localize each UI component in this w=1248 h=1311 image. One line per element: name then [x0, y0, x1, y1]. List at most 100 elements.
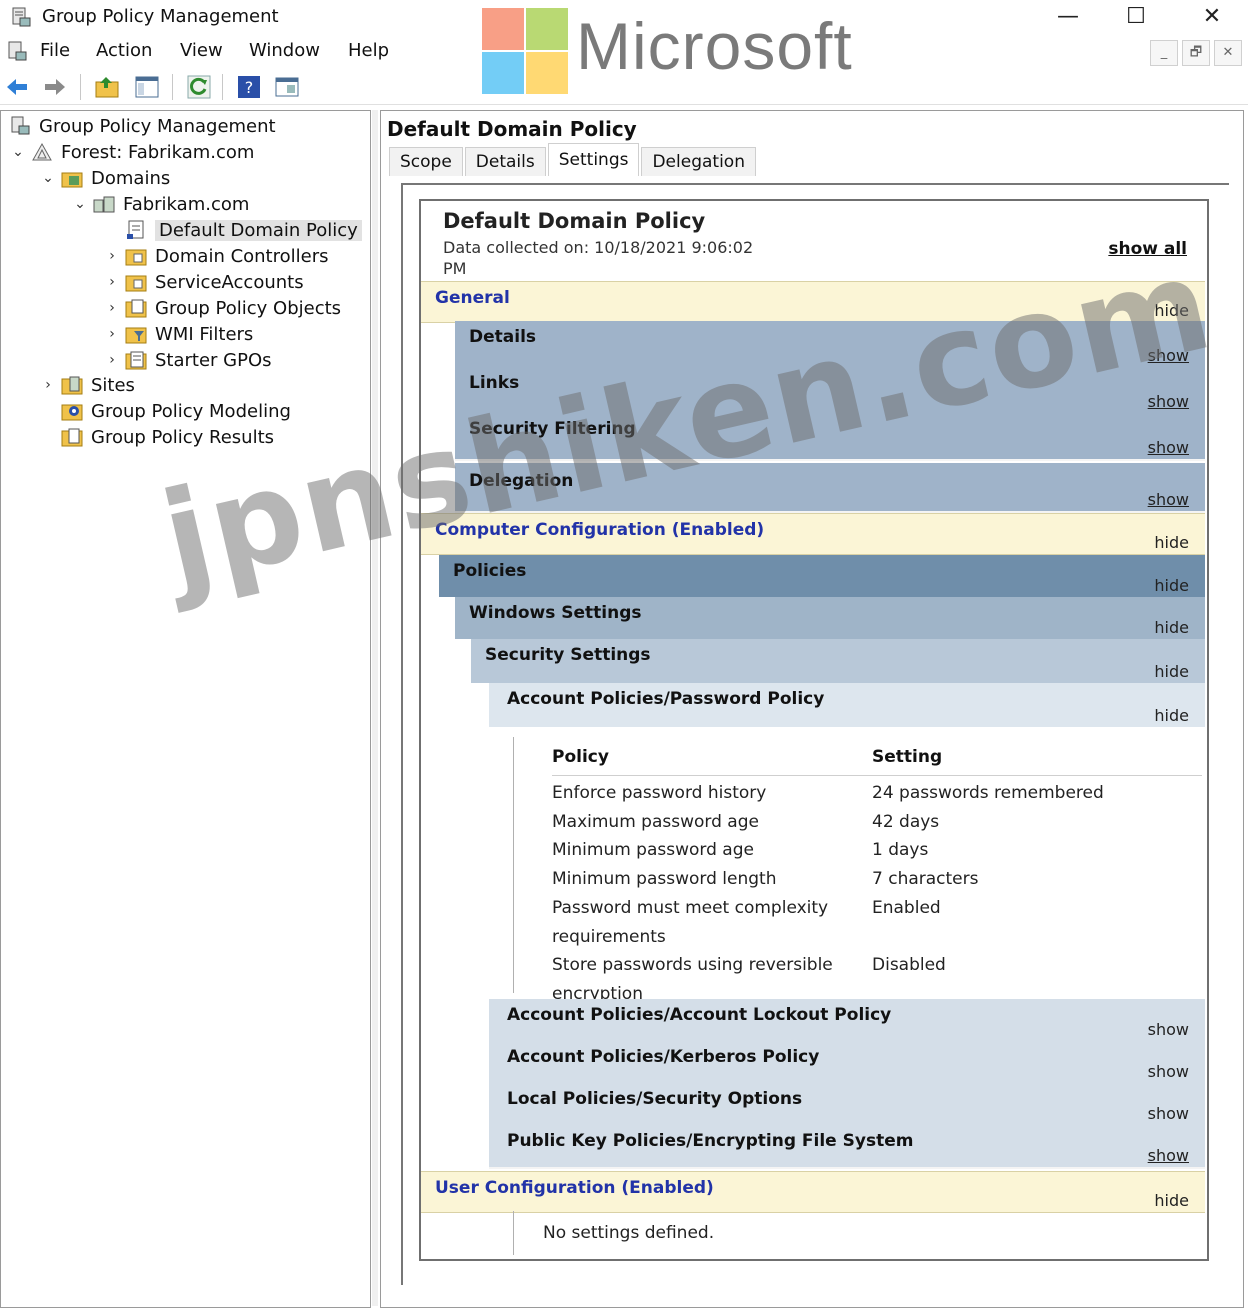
ou-folder-icon [125, 275, 147, 292]
kerberos-show-link[interactable]: show [1148, 1062, 1189, 1081]
sites-folder-icon [61, 376, 83, 395]
kerberos-policy-band: Account Policies/Kerberos Policy show [489, 1041, 1205, 1085]
forest-triangle-icon [32, 142, 52, 161]
tab-settings[interactable]: Settings [547, 143, 640, 176]
security-filtering-show-link[interactable]: show [1148, 438, 1189, 457]
tree-item-group-policy-results[interactable]: Group Policy Results [57, 425, 274, 449]
gpmc-menu-icon[interactable] [6, 40, 28, 62]
password-policy-table: Policy Setting Enforce password history … [513, 737, 1206, 1004]
report-date: Data collected on: 10/18/2021 9:06:02 PM [443, 238, 754, 278]
windows-settings-band: Windows Settings hide [455, 597, 1205, 639]
show-hide-console-tree-icon[interactable] [134, 74, 160, 100]
account-lockout-policy-band: Account Policies/Account Lockout Policy … [489, 999, 1205, 1043]
tree-item-sites[interactable]: › Sites [39, 373, 135, 397]
general-links: Links show [455, 367, 1205, 415]
password-policy-hide-link[interactable]: hide [1154, 706, 1189, 725]
chevron-right-icon[interactable]: › [103, 248, 121, 264]
section-general-label: General [435, 288, 510, 308]
details-pane: Default Domain Policy Scope Details Sett… [380, 110, 1244, 1308]
efs-show-link[interactable]: show [1148, 1146, 1189, 1165]
header-divider [552, 775, 1202, 776]
menu-file[interactable]: File [40, 40, 70, 61]
section-user-configuration: User Configuration (Enabled) hide [421, 1171, 1205, 1213]
refresh-icon[interactable] [186, 74, 212, 100]
mdi-close-button[interactable]: ✕ [1214, 40, 1242, 66]
toolbar: ? [0, 68, 1248, 105]
links-show-link[interactable]: show [1148, 392, 1189, 411]
security-options-band: Local Policies/Security Options show [489, 1083, 1205, 1127]
gpmc-root-icon [11, 116, 30, 135]
chevron-right-icon[interactable]: › [103, 274, 121, 290]
details-show-link[interactable]: show [1148, 346, 1189, 365]
pane-splitter[interactable] [372, 110, 378, 1306]
tree-item-forest[interactable]: ⌄ Forest: Fabrikam.com [9, 140, 254, 164]
tree-item-domain-fabrikam[interactable]: ⌄ Fabrikam.com [71, 192, 249, 216]
tab-delegation[interactable]: Delegation [641, 147, 756, 176]
settings-report: Default Domain Policy Data collected on:… [419, 199, 1209, 1261]
tree-item-wmi-filters[interactable]: › WMI Filters [103, 322, 253, 346]
menu-action[interactable]: Action [96, 40, 152, 61]
general-hide-link[interactable]: hide [1154, 301, 1189, 320]
toolbar-separator [80, 74, 81, 100]
indent-divider [513, 1211, 514, 1255]
user-configuration-body: No settings defined. [421, 1211, 1205, 1255]
chevron-down-icon[interactable]: ⌄ [39, 170, 57, 186]
chevron-right-icon[interactable]: › [103, 300, 121, 316]
section-computer-configuration: Computer Configuration (Enabled) hide [421, 513, 1205, 555]
show-all-link[interactable]: show all [1108, 239, 1187, 259]
menu-help[interactable]: Help [348, 40, 389, 61]
tree-item-group-policy-modeling[interactable]: Group Policy Modeling [57, 399, 291, 423]
domains-folder-icon [61, 172, 83, 188]
policies-hide-link[interactable]: hide [1154, 576, 1189, 595]
chevron-down-icon[interactable]: ⌄ [71, 196, 89, 212]
forward-arrow-icon[interactable] [42, 74, 68, 100]
mdi-restore-button[interactable]: 🗗 [1182, 40, 1210, 66]
tab-details[interactable]: Details [464, 147, 546, 176]
gpo-container-icon [125, 299, 147, 318]
computer-config-hide-link[interactable]: hide [1154, 533, 1189, 552]
tree-item-starter-gpos[interactable]: › Starter GPOs [103, 348, 271, 372]
mdi-minimize-button[interactable]: _ [1150, 40, 1178, 66]
security-options-show-link[interactable]: show [1148, 1104, 1189, 1123]
up-folder-icon[interactable] [94, 74, 120, 100]
chevron-right-icon[interactable]: › [39, 377, 57, 393]
toolbar-separator [222, 74, 223, 100]
minimize-button[interactable]: — [1044, 2, 1092, 32]
maximize-button[interactable]: ☐ [1112, 2, 1160, 32]
tree-item-group-policy-objects[interactable]: › Group Policy Objects [103, 296, 341, 320]
section-general: General hide [421, 281, 1205, 323]
report-title: Default Domain Policy [443, 209, 706, 233]
console-tree: Group Policy Management ⌄ Forest: Fabrik… [0, 110, 371, 1308]
column-header-policy: Policy [552, 747, 609, 767]
chevron-down-icon[interactable]: ⌄ [9, 144, 27, 160]
domain-icon [93, 196, 115, 213]
tree-item-serviceaccounts[interactable]: › ServiceAccounts [103, 270, 303, 294]
properties-icon[interactable] [274, 74, 300, 100]
tree-item-domains[interactable]: ⌄ Domains [39, 166, 170, 190]
menu-window[interactable]: Window [249, 40, 320, 61]
close-button[interactable]: ✕ [1188, 2, 1236, 32]
password-policy-band: Account Policies/Password Policy hide [489, 683, 1205, 727]
gpo-link-icon [127, 220, 144, 239]
policies-band: Policies hide [439, 555, 1205, 597]
delegation-show-link[interactable]: show [1148, 490, 1189, 509]
tree-item-domain-controllers[interactable]: › Domain Controllers [103, 244, 328, 268]
chevron-right-icon[interactable]: › [103, 352, 121, 368]
tree-item-gpm-root[interactable]: Group Policy Management [5, 114, 276, 138]
help-icon[interactable]: ? [236, 74, 262, 100]
encrypting-file-system-band: Public Key Policies/Encrypting File Syst… [489, 1125, 1205, 1169]
menu-view[interactable]: View [180, 40, 223, 61]
windows-settings-hide-link[interactable]: hide [1154, 618, 1189, 637]
toolbar-separator [172, 74, 173, 100]
back-arrow-icon[interactable] [4, 74, 30, 100]
chevron-right-icon[interactable]: › [103, 326, 121, 342]
tab-strip: Scope Details Settings Delegation [389, 143, 758, 177]
gpmc-app-icon [12, 7, 31, 27]
security-settings-hide-link[interactable]: hide [1154, 662, 1189, 681]
tab-scope[interactable]: Scope [389, 147, 463, 176]
results-folder-icon [61, 428, 83, 447]
tree-item-default-domain-policy[interactable]: Default Domain Policy [121, 218, 362, 242]
user-config-hide-link[interactable]: hide [1154, 1191, 1189, 1210]
account-lockout-show-link[interactable]: show [1148, 1020, 1189, 1039]
svg-text:?: ? [245, 78, 254, 97]
